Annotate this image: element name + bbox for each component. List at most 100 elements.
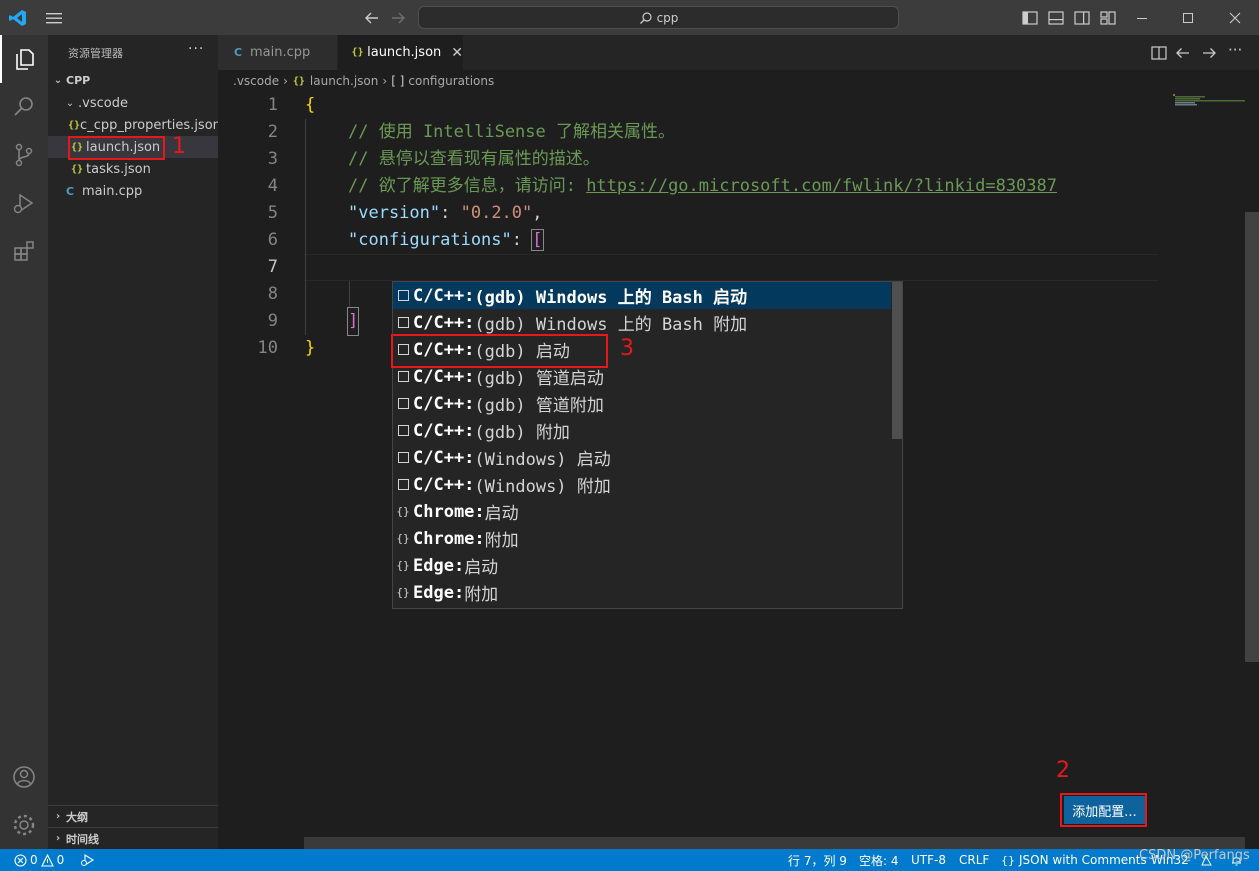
maximize-icon bbox=[1183, 12, 1193, 23]
debug-status[interactable] bbox=[80, 849, 96, 871]
chevron-right-icon: › bbox=[382, 74, 388, 88]
search-activity[interactable] bbox=[0, 83, 48, 131]
chevron-right-icon: › bbox=[283, 74, 288, 88]
arrow-left-icon[interactable] bbox=[362, 8, 382, 28]
breadcrumb-symbol[interactable]: configurations bbox=[408, 74, 494, 88]
line-number: 8 bbox=[267, 284, 278, 304]
manage-activity[interactable] bbox=[0, 801, 48, 849]
suggestion-item[interactable]: C/C++: (Windows) 启动 bbox=[393, 444, 891, 471]
timeline-section[interactable]: › 时间线 bbox=[48, 827, 218, 849]
tab-label: launch.json bbox=[367, 45, 442, 60]
suggestion-item[interactable]: {} Edge: 附加 bbox=[393, 579, 891, 606]
cpp-file-icon: C bbox=[233, 46, 243, 59]
close-window-button[interactable] bbox=[1211, 0, 1259, 35]
source-control-activity[interactable] bbox=[0, 131, 48, 179]
horizontal-scrollbar[interactable] bbox=[304, 837, 1245, 849]
maximize-button[interactable] bbox=[1165, 0, 1211, 35]
timeline-label: 时间线 bbox=[66, 832, 99, 846]
current-line-highlight bbox=[304, 254, 1158, 281]
tree-file-main-cpp[interactable]: C main.cpp bbox=[48, 180, 218, 202]
suggestion-item[interactable]: C/C++: (gdb) Windows 上的 Bash 启动 bbox=[393, 282, 891, 309]
indentation-status[interactable]: 空格: 4 bbox=[859, 849, 899, 871]
breadcrumb-file[interactable]: launch.json bbox=[310, 74, 378, 88]
json-bracket: ] bbox=[347, 307, 359, 336]
json-bracket: [ bbox=[531, 229, 544, 251]
extensions-activity[interactable] bbox=[0, 227, 48, 275]
encoding-status[interactable]: UTF-8 bbox=[911, 849, 946, 871]
go-back-icon[interactable] bbox=[1174, 44, 1192, 62]
indent-guide bbox=[349, 281, 350, 308]
braces-icon: {} bbox=[396, 505, 410, 518]
code-version-line: "version": "0.2.0", bbox=[348, 203, 543, 223]
tab-label: main.cpp bbox=[250, 45, 311, 60]
error-count: 0 bbox=[30, 853, 38, 867]
annotation-number-1: 1 bbox=[172, 134, 186, 159]
chevron-right-icon: › bbox=[55, 833, 61, 844]
tree-file-tasks[interactable]: {} tasks.json bbox=[48, 158, 218, 180]
gear-icon bbox=[13, 814, 35, 836]
account-icon bbox=[13, 766, 35, 788]
file-label: tasks.json bbox=[86, 161, 151, 177]
json-string: "0.2.0" bbox=[460, 203, 533, 223]
suggestion-item[interactable]: {} Chrome: 启动 bbox=[393, 498, 891, 525]
tab-launch-json[interactable]: {} launch.json ✕ bbox=[338, 35, 463, 70]
breadcrumb: .vscode › {} launch.json › [ ] configura… bbox=[218, 70, 1259, 92]
toggle-primary-sidebar-icon[interactable] bbox=[1021, 9, 1039, 27]
suggestion-scrollbar[interactable] bbox=[892, 282, 902, 439]
indent-guide bbox=[305, 119, 306, 335]
more-actions-icon[interactable]: ··· bbox=[188, 41, 204, 57]
minimize-button[interactable] bbox=[1119, 0, 1165, 35]
suggestion-item[interactable]: C/C++: (gdb) 管道附加 bbox=[393, 390, 891, 417]
close-icon bbox=[1229, 12, 1241, 23]
scrollbar-thumb[interactable] bbox=[1245, 212, 1259, 662]
suggestion-item[interactable]: {} Edge: 启动 bbox=[393, 552, 891, 579]
root-folder-label: CPP bbox=[66, 73, 91, 87]
vertical-scrollbar[interactable] bbox=[1245, 92, 1259, 837]
suggestion-item[interactable]: C/C++: (Windows) 附加 bbox=[393, 471, 891, 498]
code-link[interactable]: https://go.microsoft.com/fwlink/?linkid=… bbox=[586, 176, 1057, 196]
tab-main-cpp[interactable]: C main.cpp bbox=[218, 35, 337, 70]
command-center-search[interactable]: cpp bbox=[418, 6, 899, 29]
toggle-secondary-sidebar-icon[interactable] bbox=[1073, 9, 1091, 27]
arrow-right-icon[interactable] bbox=[388, 8, 408, 28]
accounts-activity[interactable] bbox=[0, 753, 48, 801]
annotation-box-3 bbox=[391, 334, 608, 368]
eol-status[interactable]: CRLF bbox=[959, 849, 989, 871]
run-debug-activity[interactable] bbox=[0, 179, 48, 227]
customize-layout-icon[interactable] bbox=[1099, 9, 1117, 27]
cursor-position[interactable]: 行 7，列 9 bbox=[788, 849, 847, 871]
file-label: main.cpp bbox=[82, 183, 143, 199]
line-number: 9 bbox=[267, 311, 278, 331]
suggestion-item[interactable]: {} Chrome: 附加 bbox=[393, 525, 891, 552]
explorer-activity[interactable] bbox=[0, 35, 48, 83]
more-actions-icon[interactable]: ··· bbox=[1228, 41, 1242, 59]
suggestion-item[interactable]: C/C++: (gdb) Windows 上的 Bash 附加 bbox=[393, 309, 891, 336]
split-editor-icon[interactable] bbox=[1150, 44, 1168, 62]
minimize-icon bbox=[1137, 17, 1147, 19]
hamburger-menu-icon[interactable] bbox=[44, 9, 64, 27]
go-forward-icon[interactable] bbox=[1200, 44, 1218, 62]
breadcrumb-folder[interactable]: .vscode bbox=[233, 74, 279, 88]
tree-root-folder[interactable]: ⌄ CPP bbox=[48, 69, 218, 91]
activity-bar bbox=[0, 35, 48, 849]
line-number: 2 bbox=[267, 122, 278, 142]
line-number: 1 bbox=[267, 95, 278, 115]
suggestion-item[interactable]: C/C++: (gdb) 附加 bbox=[393, 417, 891, 444]
toggle-panel-icon[interactable] bbox=[1047, 9, 1065, 27]
outline-section[interactable]: › 大纲 bbox=[48, 805, 218, 827]
cpp-file-icon: C bbox=[65, 184, 75, 198]
line-number: 5 bbox=[267, 203, 278, 223]
tree-file-c-cpp-properties[interactable]: {} c_cpp_properties.json bbox=[48, 114, 221, 136]
status-bar: 0 0 行 7，列 9 空格: 4 UTF-8 CRLF {} JSON wit… bbox=[0, 849, 1259, 871]
annotation-number-2: 2 bbox=[1056, 758, 1070, 783]
close-tab-icon[interactable]: ✕ bbox=[451, 45, 463, 61]
line-number: 3 bbox=[267, 149, 278, 169]
tree-folder-vscode[interactable]: ⌄ .vscode bbox=[48, 92, 218, 114]
vscode-logo-icon bbox=[9, 10, 26, 26]
warning-count: 0 bbox=[56, 853, 65, 867]
minimap[interactable] bbox=[1165, 92, 1245, 122]
language-mode-status[interactable]: {} JSON with Comments bbox=[1001, 849, 1147, 871]
files-icon bbox=[16, 49, 34, 70]
chevron-down-icon: ⌄ bbox=[65, 97, 75, 109]
problems-status[interactable]: 0 0 bbox=[14, 849, 64, 871]
